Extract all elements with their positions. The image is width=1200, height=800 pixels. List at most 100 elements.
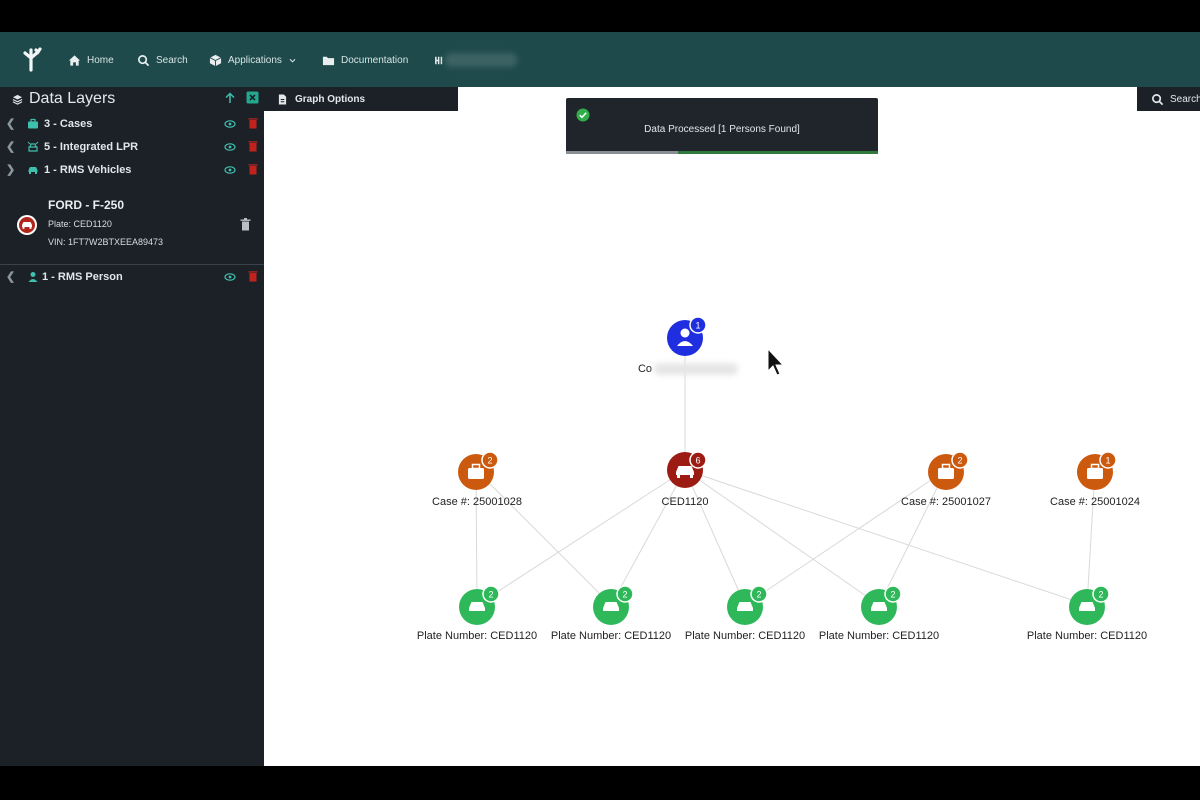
person-node-label: Co [637,363,653,375]
layer-integrated-lpr[interactable]: ❮ 5 - Integrated LPR [0,137,264,159]
data-layers-header: Data Layers [12,90,115,108]
plate-node-1-label: Plate Number: CED1120 [416,630,538,642]
graph-search-label: Search [1170,93,1200,105]
plate-node-3-label: Plate Number: CED1120 [684,630,806,642]
eye-icon[interactable] [224,118,236,130]
home-icon [68,54,81,66]
lpr-camera-icon [1079,602,1095,611]
layer-cases-label: 3 - Cases [44,118,93,130]
nav-search-label: Search [156,54,188,66]
briefcase-icon [1087,468,1103,479]
success-toast: Data Processed [1 Persons Found] [566,98,878,154]
layers-icon [12,94,23,105]
search-icon [138,54,150,66]
lpr-camera-icon [603,602,619,611]
layer-rms-vehicles[interactable]: ❯ 1 - RMS Vehicles [0,160,264,182]
mouse-cursor-icon [767,347,785,376]
trash-icon[interactable] [248,140,258,152]
briefcase-icon [468,468,484,479]
trash-icon[interactable] [248,163,258,175]
briefcase-icon [938,468,954,479]
svg-text:2: 2 [1098,590,1103,600]
eye-icon[interactable] [224,141,236,153]
case-node-2-label: Case #: 25001027 [901,496,991,508]
trash-icon[interactable] [248,117,258,129]
layer-cases[interactable]: ❮ 3 - Cases [0,114,264,136]
vehicle-node-label: CED1120 [661,496,709,508]
nav-documentation-label: Documentation [341,54,409,66]
check-circle-icon [576,108,590,122]
vehicle-detail-card[interactable]: FORD - F-250 Plate: CED1120 VIN: 1FT7W2B… [0,188,264,264]
plate-node-2[interactable]: 2 [593,585,634,625]
bottom-letterbox [0,766,1200,800]
case-node-3-label: Case #: 25001024 [1050,496,1140,508]
chevron-left-icon[interactable]: ❮ [6,270,15,283]
car-icon [28,167,38,174]
plate-node-1[interactable]: 2 [459,585,500,625]
nav-documentation[interactable]: Documentation [322,52,408,68]
export-layers-icon[interactable] [246,91,259,104]
nav-search[interactable]: Search [137,52,188,68]
eye-icon[interactable] [224,271,236,283]
chevron-left-icon[interactable]: ❮ [6,117,15,130]
lpr-camera-icon [737,602,753,611]
lpr-camera-icon [871,602,887,611]
plate-node-3[interactable]: 2 [727,585,768,625]
person-icon [28,272,38,282]
layer-vehicles-label: 1 - RMS Vehicles [44,164,132,176]
vehicle-vin: VIN: 1FT7W2BTXEEA89473 [48,237,164,247]
document-icon [278,94,287,104]
lpr-camera-icon [27,141,39,152]
vehicle-badge-icon [17,215,37,235]
case-node-3[interactable]: 1 [1077,451,1117,490]
person-node[interactable]: 1 [667,316,707,356]
folder-icon [322,56,335,65]
toast-message: Data Processed [1 Persons Found] [644,124,800,135]
toast-progress-bar [566,151,679,154]
redacted-person-name [654,363,738,375]
data-layers-title: Data Layers [29,90,116,107]
arrow-up-icon[interactable] [224,92,236,104]
sidebar-divider [0,264,264,265]
svg-text:2: 2 [487,456,492,466]
plate-node-4[interactable]: 2 [861,585,902,625]
search-icon [1152,93,1164,105]
chevron-down-icon [289,58,296,63]
svg-text:2: 2 [957,456,962,466]
svg-text:2: 2 [622,590,627,600]
nav-home[interactable]: Home [68,52,114,68]
vehicle-badge: 6 [695,456,700,466]
car-icon [676,466,694,475]
svg-text:2: 2 [890,590,895,600]
plate-node-2-label: Plate Number: CED1120 [550,630,672,642]
nav-applications[interactable]: Applications [209,52,297,68]
eye-icon[interactable] [224,164,236,176]
briefcase-icon [28,118,38,129]
person-icon [680,328,690,338]
graph-search-button[interactable]: Search [1137,87,1200,111]
vehicle-node[interactable]: 6 [667,451,707,488]
app-logo-icon[interactable] [18,46,46,74]
chevron-left-icon[interactable]: ❮ [6,140,15,153]
graph-options-button[interactable]: Graph Options [264,87,458,111]
svg-text:2: 2 [488,590,493,600]
layer-person-label: 1 - RMS Person [42,271,123,283]
plate-node-5-label: Plate Number: CED1120 [1026,630,1148,642]
case-node-2[interactable]: 2 [928,451,969,490]
plate-node-4-label: Plate Number: CED1120 [818,630,940,642]
person-badge: 1 [695,321,700,331]
case-node-1[interactable]: 2 [458,451,499,490]
svg-text:1: 1 [1105,456,1110,466]
chevron-right-icon[interactable]: ❯ [6,163,15,176]
trash-icon[interactable] [240,218,251,231]
nav-home-label: Home [87,54,114,66]
layer-rms-person[interactable]: ❮ 1 - RMS Person [0,267,264,289]
vehicle-title: FORD - F-250 [48,198,125,212]
cube-icon [209,54,222,66]
trash-icon[interactable] [248,270,258,282]
vehicle-plate: Plate: CED1120 [48,219,112,229]
redacted-user-name [445,53,517,67]
graph-options-label: Graph Options [295,93,365,105]
svg-text:2: 2 [756,590,761,600]
plate-node-5[interactable]: 2 [1069,585,1110,625]
